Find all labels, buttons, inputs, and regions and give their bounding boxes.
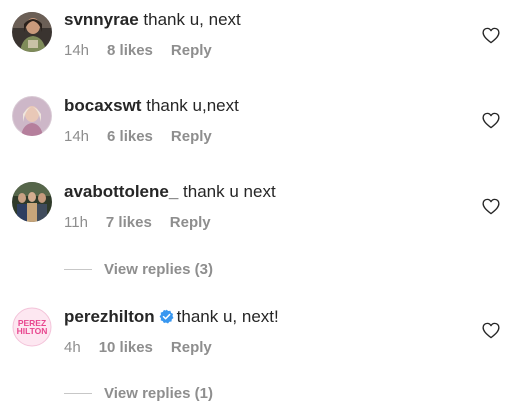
- heart-outline-icon[interactable]: [482, 112, 500, 129]
- comment-line: perezhilton thank u, next!: [64, 307, 279, 327]
- comment-text: thank u next: [183, 182, 276, 201]
- reply-button[interactable]: Reply: [171, 42, 212, 60]
- heart-outline-icon[interactable]: [482, 27, 500, 44]
- comment-meta: 14h 6 likes Reply: [64, 128, 212, 146]
- comment-username[interactable]: svnnyrae: [64, 10, 139, 29]
- avatar[interactable]: PEREZ HILTON: [12, 307, 52, 347]
- reply-button[interactable]: Reply: [171, 339, 212, 357]
- comment-username[interactable]: avabottolene_: [64, 182, 178, 201]
- comment-text: thank u, next!: [176, 307, 279, 326]
- comment-text: thank u,next: [146, 96, 239, 115]
- comment-likes[interactable]: 6 likes: [107, 128, 153, 146]
- comment-line: bocaxswt thank u,next: [64, 96, 239, 116]
- comment-time: 14h: [64, 42, 90, 59]
- comment-likes[interactable]: 10 likes: [99, 339, 153, 357]
- heart-outline-icon[interactable]: [482, 198, 500, 215]
- comment-meta: 14h 8 likes Reply: [64, 42, 212, 60]
- view-replies-button[interactable]: View replies (1): [64, 383, 213, 403]
- comment-likes[interactable]: 8 likes: [107, 42, 153, 60]
- view-replies-label: View replies (1): [104, 384, 213, 402]
- comment-line: svnnyrae thank u, next: [64, 10, 241, 30]
- comment-time: 4h: [64, 339, 81, 356]
- divider: [64, 392, 92, 394]
- avatar[interactable]: [12, 12, 52, 52]
- verified-badge-icon: [159, 309, 174, 324]
- comment-time: 14h: [64, 128, 90, 145]
- comment-line: avabottolene_ thank u next: [64, 182, 276, 202]
- comment-meta: 11h 7 likes Reply: [64, 214, 211, 232]
- comment-username[interactable]: bocaxswt: [64, 96, 141, 115]
- avatar-logo-text: HILTON: [17, 326, 48, 336]
- comment-meta: 4h 10 likes Reply: [64, 339, 212, 357]
- comment-time: 11h: [64, 214, 88, 231]
- comment-likes[interactable]: 7 likes: [106, 214, 152, 232]
- divider: [64, 268, 92, 270]
- view-replies-label: View replies (3): [104, 260, 213, 278]
- reply-button[interactable]: Reply: [171, 128, 212, 146]
- view-replies-button[interactable]: View replies (3): [64, 259, 213, 279]
- heart-outline-icon[interactable]: [482, 322, 500, 339]
- avatar[interactable]: [12, 182, 52, 222]
- comment-username[interactable]: perezhilton: [64, 307, 155, 326]
- reply-button[interactable]: Reply: [170, 214, 211, 232]
- avatar[interactable]: [12, 96, 52, 136]
- comment-text: thank u, next: [143, 10, 241, 29]
